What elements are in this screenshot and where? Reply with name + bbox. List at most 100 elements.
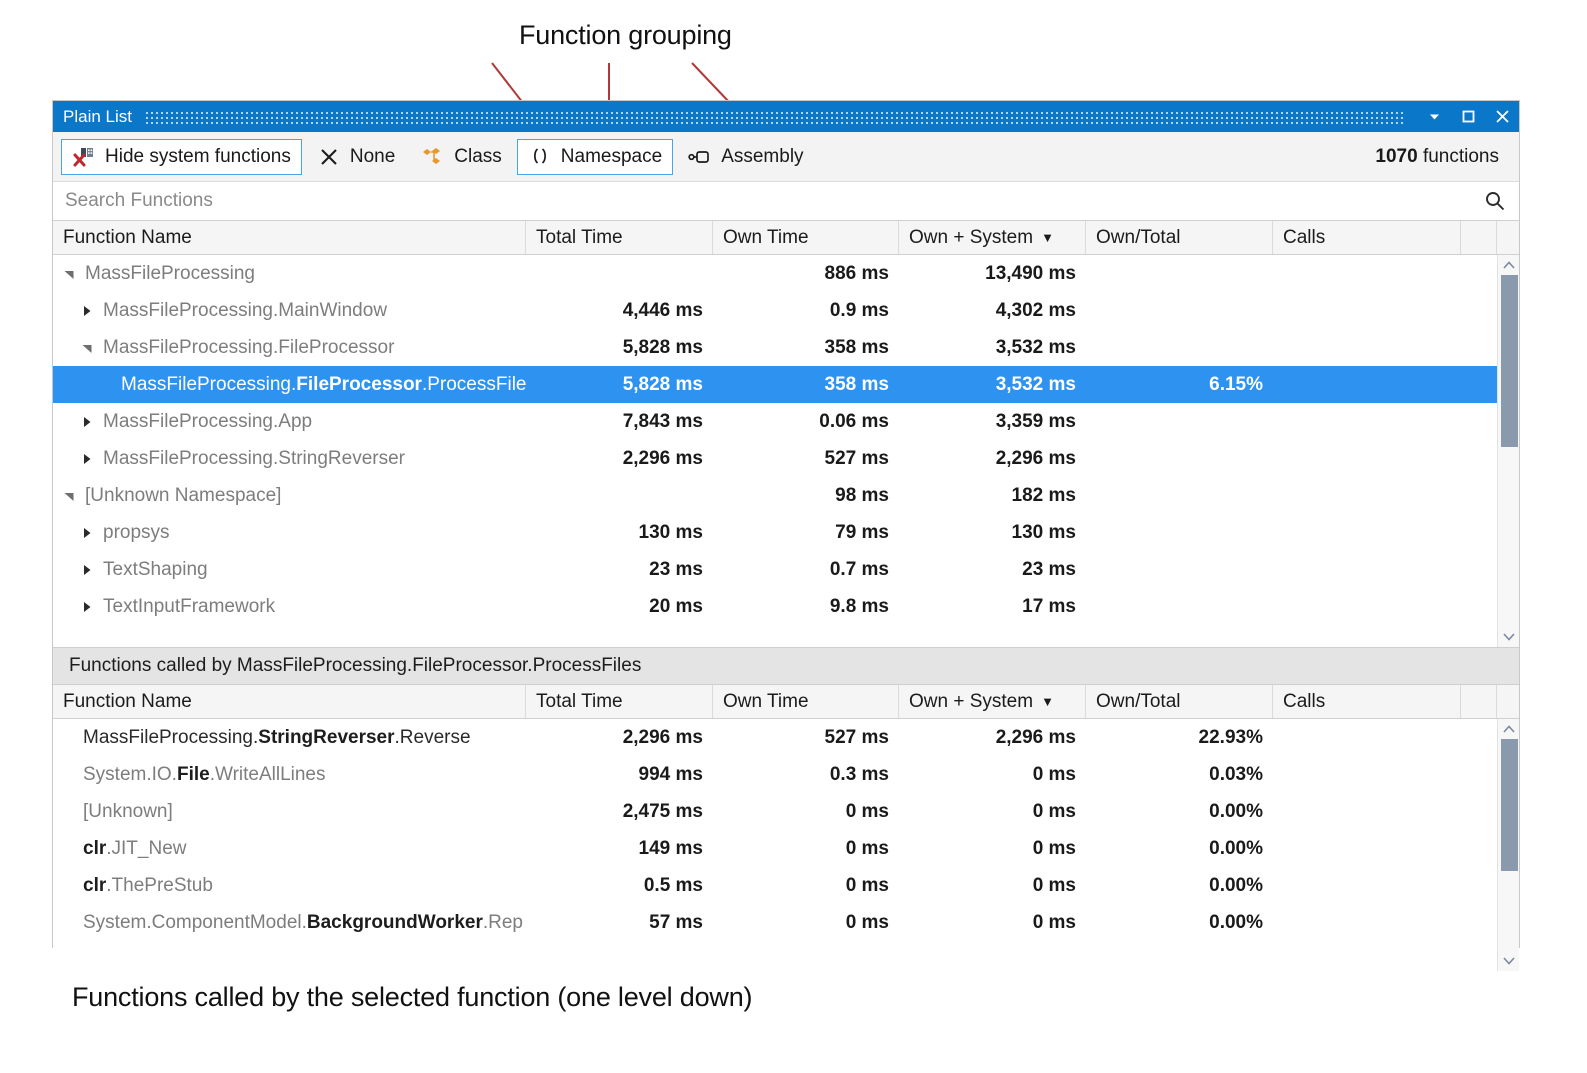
- function-name: clr.ThePreStub: [83, 875, 213, 897]
- cell-own-time: 886 ms: [713, 263, 899, 285]
- expander-expanded-icon[interactable]: [63, 268, 85, 280]
- hide-system-functions-icon: [72, 145, 96, 169]
- grouping-none-button[interactable]: None: [306, 139, 406, 175]
- scroll-up-icon[interactable]: [1498, 255, 1519, 275]
- column-header-filler: [1461, 685, 1497, 718]
- table-row[interactable]: TextShaping23 ms0.7 ms23 ms: [53, 551, 1519, 588]
- grid-corner: [1497, 221, 1519, 254]
- column-header-label: Calls: [1283, 227, 1325, 249]
- minimize-icon[interactable]: [1417, 101, 1451, 132]
- function-name-part: [Unknown Namespace]: [85, 485, 281, 506]
- expander-collapsed-icon[interactable]: [81, 564, 103, 576]
- expander-collapsed-icon[interactable]: [81, 601, 103, 613]
- table-row[interactable]: [Unknown]2,475 ms0 ms0 ms0.00%: [53, 793, 1519, 830]
- column-header-label: Calls: [1283, 691, 1325, 713]
- column-header-own-total[interactable]: Own/Total: [1086, 221, 1273, 254]
- table-row[interactable]: MassFileProcessing886 ms13,490 ms: [53, 255, 1519, 292]
- function-name-part: .Rep: [483, 912, 523, 933]
- maximize-icon[interactable]: [1451, 101, 1485, 132]
- table-row[interactable]: System.IO.File.WriteAllLines994 ms0.3 ms…: [53, 756, 1519, 793]
- table-row[interactable]: MassFileProcessing.App7,843 ms0.06 ms3,3…: [53, 403, 1519, 440]
- column-header-label: Own + System: [909, 691, 1033, 713]
- cell-own-system: 0 ms: [899, 838, 1086, 860]
- close-icon[interactable]: [1485, 101, 1519, 132]
- function-name-part: MassFileProcessing.StringReverser: [103, 448, 405, 469]
- called-functions-rows[interactable]: MassFileProcessing.StringReverser.Revers…: [53, 719, 1519, 971]
- assembly-icon: [688, 145, 712, 169]
- hide-system-functions-button[interactable]: Hide system functions: [61, 139, 302, 175]
- column-header-label: Own + System: [909, 227, 1033, 249]
- column-header-own-time[interactable]: Own Time: [713, 221, 899, 254]
- function-list-rows[interactable]: MassFileProcessing886 ms13,490 msMassFil…: [53, 255, 1519, 647]
- function-name: propsys: [103, 522, 170, 544]
- function-name-part: [Unknown]: [83, 801, 173, 822]
- search-icon[interactable]: [1483, 189, 1507, 213]
- table-row[interactable]: MassFileProcessing.FileProcessor.Process…: [53, 366, 1519, 403]
- column-header-total-time[interactable]: Total Time: [526, 685, 713, 718]
- expander-expanded-icon[interactable]: [81, 342, 103, 354]
- expander-collapsed-icon[interactable]: [81, 527, 103, 539]
- column-header-own-system[interactable]: Own + System▼: [899, 221, 1086, 254]
- expander-expanded-icon[interactable]: [63, 490, 85, 502]
- function-name: clr.JIT_New: [83, 838, 187, 860]
- column-header-calls[interactable]: Calls: [1273, 221, 1461, 254]
- column-header-own-total[interactable]: Own/Total: [1086, 685, 1273, 718]
- cell-function-name: MassFileProcessing.MainWindow: [53, 300, 526, 322]
- hide-system-functions-label: Hide system functions: [105, 146, 291, 168]
- function-list-scroll-thumb[interactable]: [1501, 275, 1518, 447]
- function-name-part: MassFileProcessing.: [83, 727, 258, 748]
- column-header-calls[interactable]: Calls: [1273, 685, 1461, 718]
- cell-function-name: MassFileProcessing: [53, 263, 526, 285]
- function-name-part: .Reverse: [395, 727, 471, 748]
- function-list-grid: Function NameTotal TimeOwn TimeOwn + Sys…: [53, 221, 1519, 647]
- cell-own-time: 98 ms: [713, 485, 899, 507]
- called-functions-scroll-thumb[interactable]: [1501, 739, 1518, 871]
- function-name-part: .WriteAllLines: [210, 764, 326, 785]
- function-name-part: System.ComponentModel.: [83, 912, 307, 933]
- scroll-up-icon[interactable]: [1498, 719, 1519, 739]
- table-row[interactable]: MassFileProcessing.StringReverser 2,296 m…: [53, 440, 1519, 477]
- table-row[interactable]: propsys130 ms79 ms130 ms: [53, 514, 1519, 551]
- function-name-emphasis: clr: [83, 838, 106, 859]
- function-name-part: MassFileProcessing.App: [103, 411, 312, 432]
- column-header-function-name[interactable]: Function Name: [53, 221, 526, 254]
- expander-collapsed-icon[interactable]: [81, 305, 103, 317]
- table-row[interactable]: clr.JIT_New149 ms0 ms0 ms0.00%: [53, 830, 1519, 867]
- column-header-total-time[interactable]: Total Time: [526, 221, 713, 254]
- grouping-class-label: Class: [454, 146, 502, 168]
- grouping-namespace-label: Namespace: [561, 146, 662, 168]
- cell-own-time: 358 ms: [713, 337, 899, 359]
- scroll-down-icon[interactable]: [1498, 951, 1519, 971]
- function-list-scrollbar[interactable]: [1497, 255, 1519, 647]
- cell-total-time: 994 ms: [526, 764, 713, 786]
- table-row[interactable]: [Unknown Namespace]98 ms182 ms: [53, 477, 1519, 514]
- expander-collapsed-icon[interactable]: [81, 453, 103, 465]
- table-row[interactable]: System.ComponentModel.BackgroundWorker.R…: [53, 904, 1519, 941]
- window-drag-grip[interactable]: [146, 110, 1403, 124]
- search-input[interactable]: [63, 189, 1483, 213]
- column-header-own-system[interactable]: Own + System▼: [899, 685, 1086, 718]
- cell-own-time: 79 ms: [713, 522, 899, 544]
- table-row[interactable]: MassFileProcessing.FileProcessor5,828 ms…: [53, 329, 1519, 366]
- function-name-emphasis: BackgroundWorker: [307, 912, 483, 933]
- plain-list-window: Plain List: [52, 100, 1520, 948]
- table-row[interactable]: MassFileProcessing.StringReverser.Revers…: [53, 719, 1519, 756]
- column-header-own-time[interactable]: Own Time: [713, 685, 899, 718]
- cell-own-time: 0.06 ms: [713, 411, 899, 433]
- function-name: MassFileProcessing.MainWindow: [103, 300, 387, 322]
- table-row[interactable]: TextInputFramework20 ms9.8 ms17 ms: [53, 588, 1519, 625]
- scroll-down-icon[interactable]: [1498, 627, 1519, 647]
- window-title: Plain List: [63, 107, 132, 127]
- table-row[interactable]: clr.ThePreStub0.5 ms0 ms0 ms0.00%: [53, 867, 1519, 904]
- cell-own-system: 2,296 ms: [899, 448, 1086, 470]
- cell-own-time: 0.3 ms: [713, 764, 899, 786]
- grouping-namespace-button[interactable]: Namespace: [517, 139, 673, 175]
- annotation-function-grouping: Function grouping: [519, 20, 732, 51]
- expander-collapsed-icon[interactable]: [81, 416, 103, 428]
- table-row[interactable]: MassFileProcessing.MainWindow4,446 ms0.9…: [53, 292, 1519, 329]
- grouping-class-button[interactable]: Class: [410, 139, 513, 175]
- called-functions-scrollbar[interactable]: [1497, 719, 1519, 971]
- grouping-assembly-button[interactable]: Assembly: [677, 139, 814, 175]
- cell-own-system: 0 ms: [899, 801, 1086, 823]
- column-header-function-name[interactable]: Function Name: [53, 685, 526, 718]
